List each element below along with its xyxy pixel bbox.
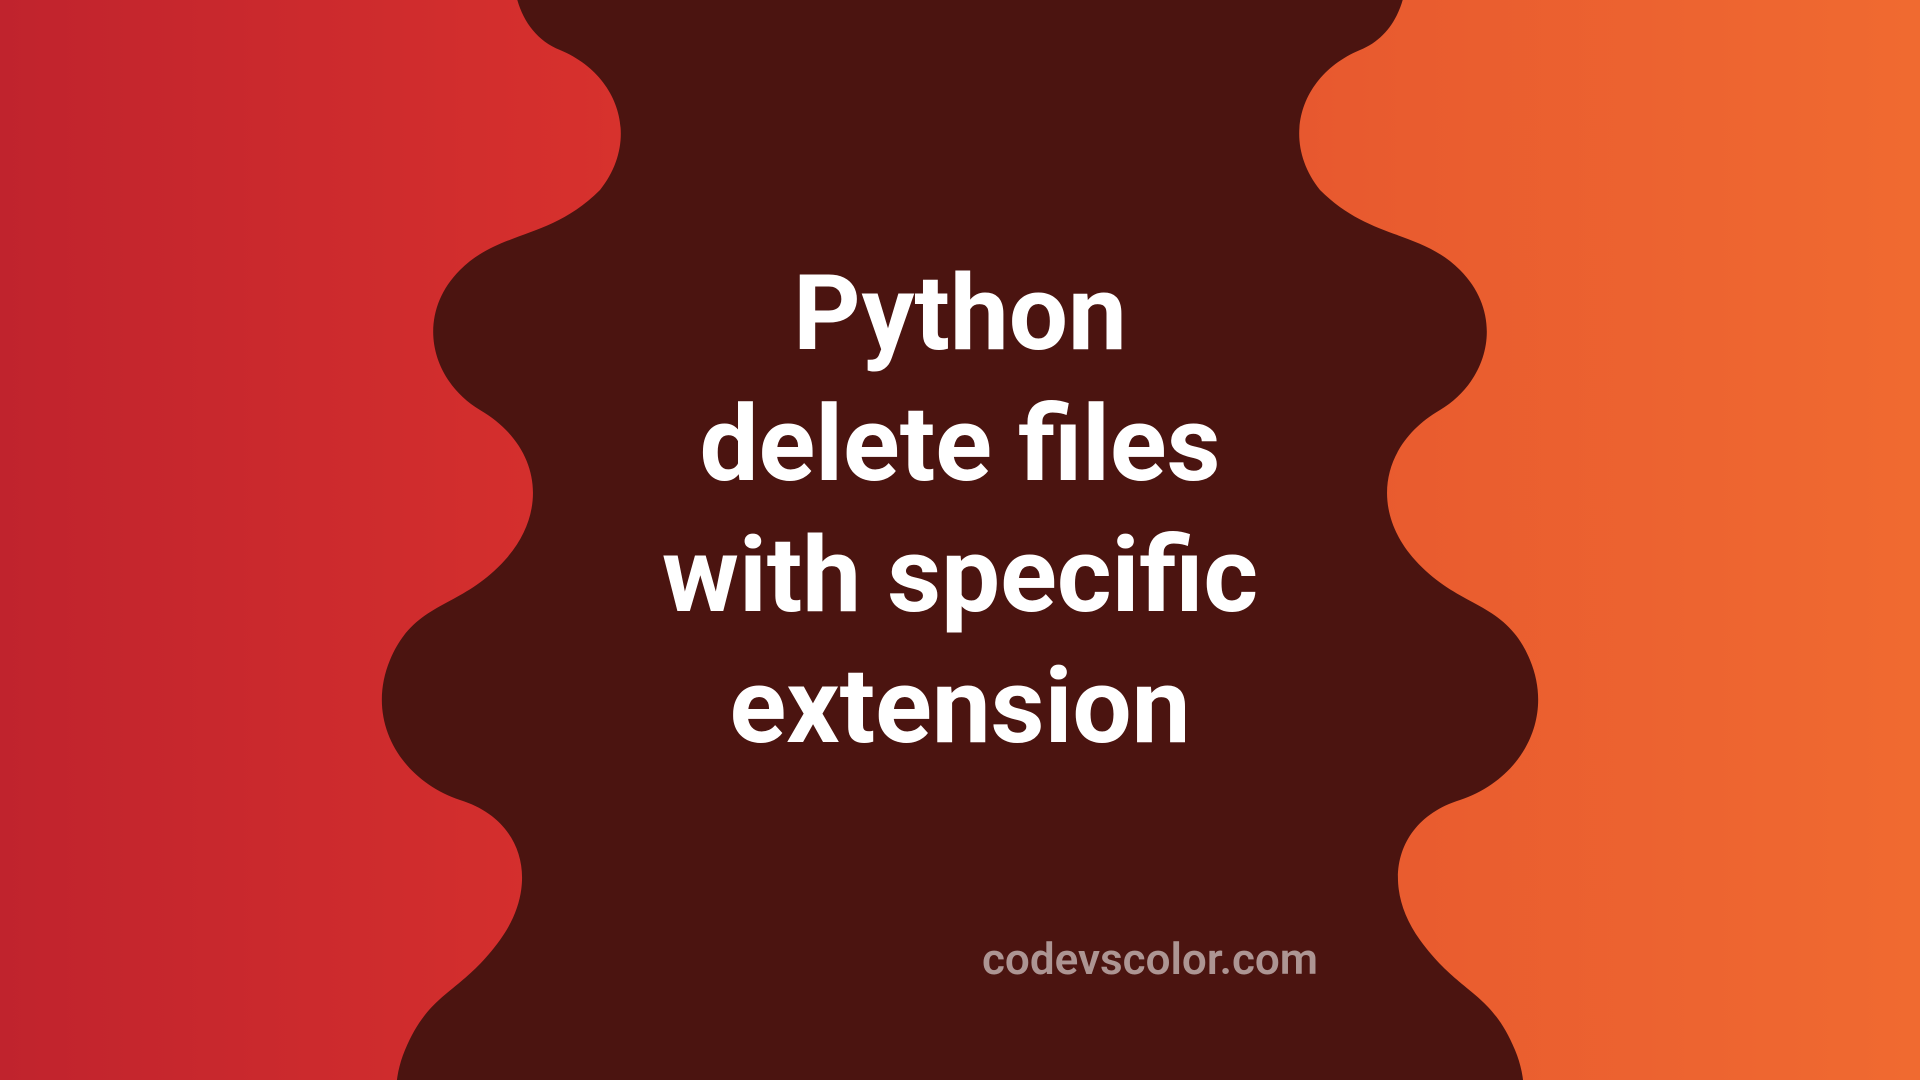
content-overlay: Python delete files with specific extens… — [0, 0, 1920, 1080]
watermark-text: codevscolor.com — [982, 933, 1318, 985]
banner-title: Python delete files with specific extens… — [662, 248, 1258, 773]
banner-canvas: Python delete files with specific extens… — [0, 0, 1920, 1080]
